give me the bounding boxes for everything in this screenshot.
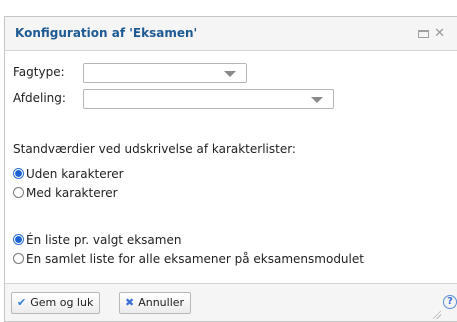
radio-label: Med karakterer bbox=[26, 186, 118, 200]
radio-label: Én liste pr. valgt eksamen bbox=[26, 233, 182, 247]
dialog-titlebar[interactable]: Konfiguration af 'Eksamen' ✕ bbox=[5, 17, 457, 51]
checkmark-icon: ✔ bbox=[17, 296, 27, 309]
help-icon[interactable]: ? bbox=[443, 295, 457, 309]
resize-grip[interactable] bbox=[433, 311, 441, 319]
radio-label: Uden karakterer bbox=[26, 167, 124, 181]
cancel-label: Annuller bbox=[138, 296, 185, 309]
afdeling-label: Afdeling: bbox=[13, 91, 66, 105]
config-dialog: Konfiguration af 'Eksamen' ✕ Fagtype: Af… bbox=[4, 16, 457, 322]
cancel-button[interactable]: ✖ Annuller bbox=[119, 292, 192, 314]
afdeling-row: Afdeling: bbox=[13, 89, 343, 109]
dialog-footer: ✔ Gem og luk ✖ Annuller ? bbox=[5, 283, 457, 321]
afdeling-select[interactable] bbox=[83, 89, 334, 109]
maximize-icon[interactable] bbox=[418, 30, 430, 38]
chevron-down-icon bbox=[224, 71, 236, 77]
save-close-button[interactable]: ✔ Gem og luk bbox=[11, 292, 101, 314]
save-close-label: Gem og luk bbox=[30, 296, 94, 309]
radio-button[interactable] bbox=[13, 187, 24, 198]
dialog-title: Konfiguration af 'Eksamen' bbox=[15, 26, 198, 40]
radio-button[interactable] bbox=[13, 253, 24, 264]
radio-button[interactable] bbox=[13, 234, 24, 245]
x-icon: ✖ bbox=[125, 296, 135, 309]
radio-button[interactable] bbox=[13, 168, 24, 179]
fagtype-row: Fagtype: bbox=[13, 63, 253, 83]
window-controls: ✕ bbox=[418, 26, 445, 41]
close-icon[interactable]: ✕ bbox=[434, 26, 445, 41]
defaults-heading: Standværdier ved udskrivelse af karakter… bbox=[13, 142, 296, 156]
radio-label: En samlet liste for alle eksamener på ek… bbox=[26, 252, 364, 266]
fagtype-label: Fagtype: bbox=[13, 65, 65, 79]
fagtype-select[interactable] bbox=[83, 63, 247, 83]
chevron-down-icon bbox=[311, 97, 323, 103]
